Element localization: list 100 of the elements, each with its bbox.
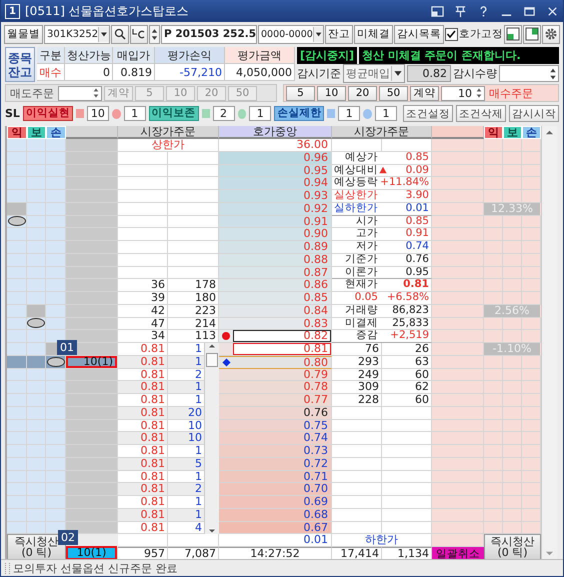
condition-button[interactable]: 조건설정 — [403, 105, 453, 122]
basis-combo[interactable]: 평균매입 — [343, 64, 405, 83]
info-label: 0.05 — [354, 292, 378, 304]
price-cell[interactable]: 0.01 — [219, 534, 332, 547]
monitor-price-field[interactable]: 0.82 — [407, 65, 451, 82]
toolbar-button[interactable]: 잔고 — [325, 24, 353, 44]
price-cell[interactable]: 0.89 — [219, 241, 332, 254]
checkbox[interactable] — [445, 28, 458, 40]
reset-button[interactable] — [130, 24, 148, 44]
scroll-up-icon[interactable] — [545, 129, 554, 136]
instant-close-button[interactable]: 즉시청산 (0 틱) — [484, 534, 541, 560]
account-combo[interactable]: 0000-0000 — [258, 24, 324, 44]
price-cell[interactable]: 0.67 — [219, 522, 332, 534]
cancel-all-button[interactable]: 일괄취소 — [432, 547, 484, 560]
ticks-field[interactable]: 1 — [124, 106, 146, 121]
price-cell[interactable]: 0.81 — [219, 343, 332, 356]
quantity-field[interactable]: 2 — [212, 106, 235, 121]
checkbox-label[interactable]: 호가고정 — [459, 27, 503, 41]
pending-order[interactable]: 10(1) — [66, 356, 117, 368]
condition-button[interactable]: 조건삭제 — [456, 105, 506, 122]
table-cell — [522, 318, 541, 330]
table-cell — [46, 254, 66, 266]
time-cell: 14:27:52 — [219, 547, 332, 560]
window-title: [0511] 선물옵션호가스탑로스 — [25, 2, 189, 20]
ticks-field[interactable]: 1 — [374, 106, 397, 121]
pin-icon[interactable] — [454, 4, 467, 18]
table-cell — [432, 496, 484, 509]
price-cell[interactable]: 36.00 — [219, 139, 332, 152]
price-cell[interactable]: 0.88 — [219, 254, 332, 266]
amount-button[interactable]: 10 — [317, 86, 346, 100]
table-cell — [522, 508, 541, 522]
close-icon[interactable] — [546, 4, 559, 18]
spinner-arrows-icon[interactable] — [149, 24, 160, 44]
price-cell[interactable]: 0.96 — [219, 152, 332, 164]
price-cell[interactable]: 0.78 — [219, 381, 332, 394]
period-button[interactable]: 월물별 — [4, 24, 43, 44]
layout-button[interactable] — [523, 24, 541, 44]
lower-limit-label: 하한가 — [332, 534, 432, 547]
price-cell[interactable]: 0.68 — [219, 508, 332, 522]
price-cell[interactable]: 0.75 — [219, 420, 332, 432]
amount-button[interactable]: 20 — [348, 86, 377, 100]
search-button[interactable] — [111, 24, 129, 44]
price-cell[interactable]: 0.76 — [219, 406, 332, 420]
price-cell[interactable]: 0.71 — [219, 470, 332, 484]
table-cell — [27, 483, 46, 496]
table-cell — [27, 266, 46, 280]
table-cell — [503, 432, 522, 445]
table-cell: 0.81 — [118, 432, 168, 445]
scrollbar[interactable] — [541, 126, 557, 560]
amount-button[interactable]: 5 — [286, 86, 315, 100]
price-cell[interactable]: 0.94 — [219, 177, 332, 190]
scroll-thumb[interactable] — [206, 353, 218, 367]
price-cell[interactable]: 0.74 — [219, 432, 332, 445]
settings-button[interactable] — [542, 24, 560, 44]
table-cell — [27, 152, 46, 164]
table-cell — [46, 164, 66, 178]
layout-button[interactable] — [504, 24, 522, 44]
toolbar-button[interactable]: 미체결 — [354, 24, 393, 44]
price-cell[interactable]: 0.93 — [219, 190, 332, 203]
price-cell[interactable]: 0.70 — [219, 483, 332, 496]
price-cell[interactable]: 0.95 — [219, 164, 332, 178]
pending-order[interactable]: 10(1) — [68, 548, 115, 558]
price-cell[interactable]: 0.79 — [219, 368, 332, 382]
table-cell: 309 — [332, 381, 382, 394]
column-header: 보 — [503, 126, 522, 139]
price-cell[interactable]: 0.73 — [219, 445, 332, 458]
code-combo[interactable]: 301K3252 — [44, 24, 110, 44]
scrollbar[interactable] — [204, 343, 219, 534]
ticks-field[interactable]: 1 — [249, 106, 272, 121]
price-cell[interactable]: 0.84 — [219, 304, 332, 318]
amount-button[interactable]: 50 — [379, 86, 408, 100]
price-cell[interactable]: 0.77 — [219, 394, 332, 407]
quantity-field[interactable]: 1 — [338, 106, 360, 121]
info-label: 고가 — [355, 228, 378, 240]
price-cell[interactable]: 0.72 — [219, 458, 332, 470]
balance-toggle-button[interactable]: 종목 잔고 — [5, 47, 35, 82]
table-cell — [503, 164, 522, 178]
quantity-spinner[interactable]: 10 — [441, 86, 485, 100]
spinner-arrows-icon[interactable] — [474, 86, 484, 100]
layout-icon[interactable] — [431, 4, 444, 18]
price-cell[interactable]: 0.83 — [219, 318, 332, 330]
price-cell[interactable]: 0.92 — [219, 202, 332, 216]
price-cell[interactable]: 0.86 — [219, 279, 332, 292]
unit-button[interactable]: 계약 — [410, 86, 439, 100]
table-cell — [522, 152, 541, 164]
table-cell — [382, 470, 432, 484]
toolbar-button[interactable]: 감시목록 — [394, 24, 444, 44]
price-cell[interactable]: 0.85 — [219, 292, 332, 305]
price-cell[interactable]: 0.87 — [219, 266, 332, 280]
price-cell[interactable]: 0.82 — [219, 330, 332, 343]
table-cell: 0.81 — [118, 496, 168, 509]
maximize-icon[interactable] — [523, 4, 536, 18]
quantity-field[interactable]: 10 — [86, 106, 109, 121]
price-cell[interactable]: 0.91 — [219, 216, 332, 228]
condition-button[interactable]: 감시시작 — [509, 105, 559, 122]
price-cell[interactable]: 0.69 — [219, 496, 332, 509]
price-cell[interactable]: 0.90 — [219, 228, 332, 241]
info-value: 0.74 — [406, 241, 429, 253]
price-cell[interactable]: 0.80 — [219, 356, 332, 368]
symbol-field[interactable]: P 201503 252.5 — [161, 24, 257, 44]
